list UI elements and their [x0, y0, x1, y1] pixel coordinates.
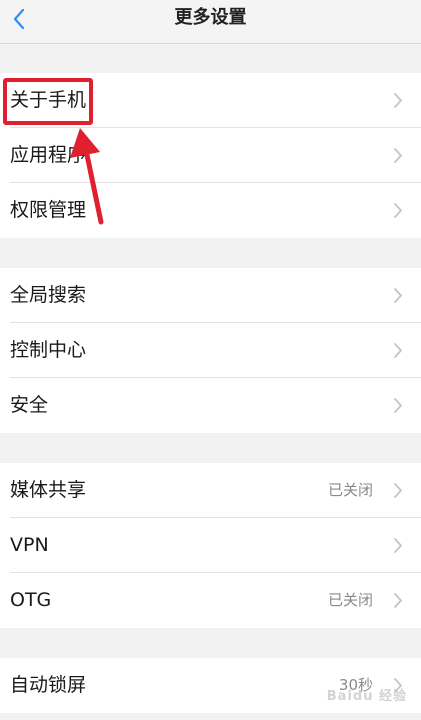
- watermark-logo: Baidu 经验: [327, 681, 407, 706]
- row-label: 控制中心: [10, 339, 87, 361]
- row-applications[interactable]: 应用程序: [0, 128, 421, 183]
- chevron-right-icon: [394, 203, 402, 218]
- row-label: 关于手机: [10, 89, 87, 111]
- chevron-right-icon: [394, 483, 402, 498]
- status-text: 已关闭: [327, 591, 373, 609]
- top-bar: 更多设置: [0, 0, 421, 44]
- settings-group-device: 关于手机 应用程序 权限管理: [0, 73, 421, 238]
- row-label: 权限管理: [10, 199, 87, 221]
- row-otg[interactable]: OTG 已关闭: [0, 573, 421, 628]
- chevron-right-icon: [394, 593, 402, 608]
- row-label: 应用程序: [10, 144, 87, 166]
- settings-group-connectivity: 媒体共享 已关闭 VPN OTG 已关闭: [0, 463, 421, 628]
- chevron-right-icon: [394, 93, 402, 108]
- status-text: 已关闭: [327, 481, 373, 499]
- row-media-sharing[interactable]: 媒体共享 已关闭: [0, 463, 421, 518]
- chevron-right-icon: [394, 538, 402, 553]
- row-control-center[interactable]: 控制中心: [0, 323, 421, 378]
- row-label: 媒体共享: [10, 479, 87, 501]
- row-label: VPN: [10, 534, 49, 556]
- row-security[interactable]: 安全: [0, 378, 421, 433]
- row-label: 全局搜索: [10, 284, 87, 306]
- chevron-right-icon: [394, 343, 402, 358]
- watermark-text: Baidu 经验: [326, 689, 407, 704]
- chevron-right-icon: [394, 288, 402, 303]
- page-title: 更多设置: [174, 7, 247, 28]
- row-label: 自动锁屏: [10, 674, 87, 696]
- row-about-phone[interactable]: 关于手机: [0, 73, 421, 128]
- settings-group-system: 全局搜索 控制中心 安全: [0, 268, 421, 433]
- chevron-right-icon: [394, 398, 402, 413]
- row-label: OTG: [10, 589, 52, 611]
- row-permission-management[interactable]: 权限管理: [0, 183, 421, 238]
- row-global-search[interactable]: 全局搜索: [0, 268, 421, 323]
- row-vpn[interactable]: VPN: [0, 518, 421, 573]
- row-label: 安全: [10, 394, 49, 416]
- chevron-right-icon: [394, 148, 402, 163]
